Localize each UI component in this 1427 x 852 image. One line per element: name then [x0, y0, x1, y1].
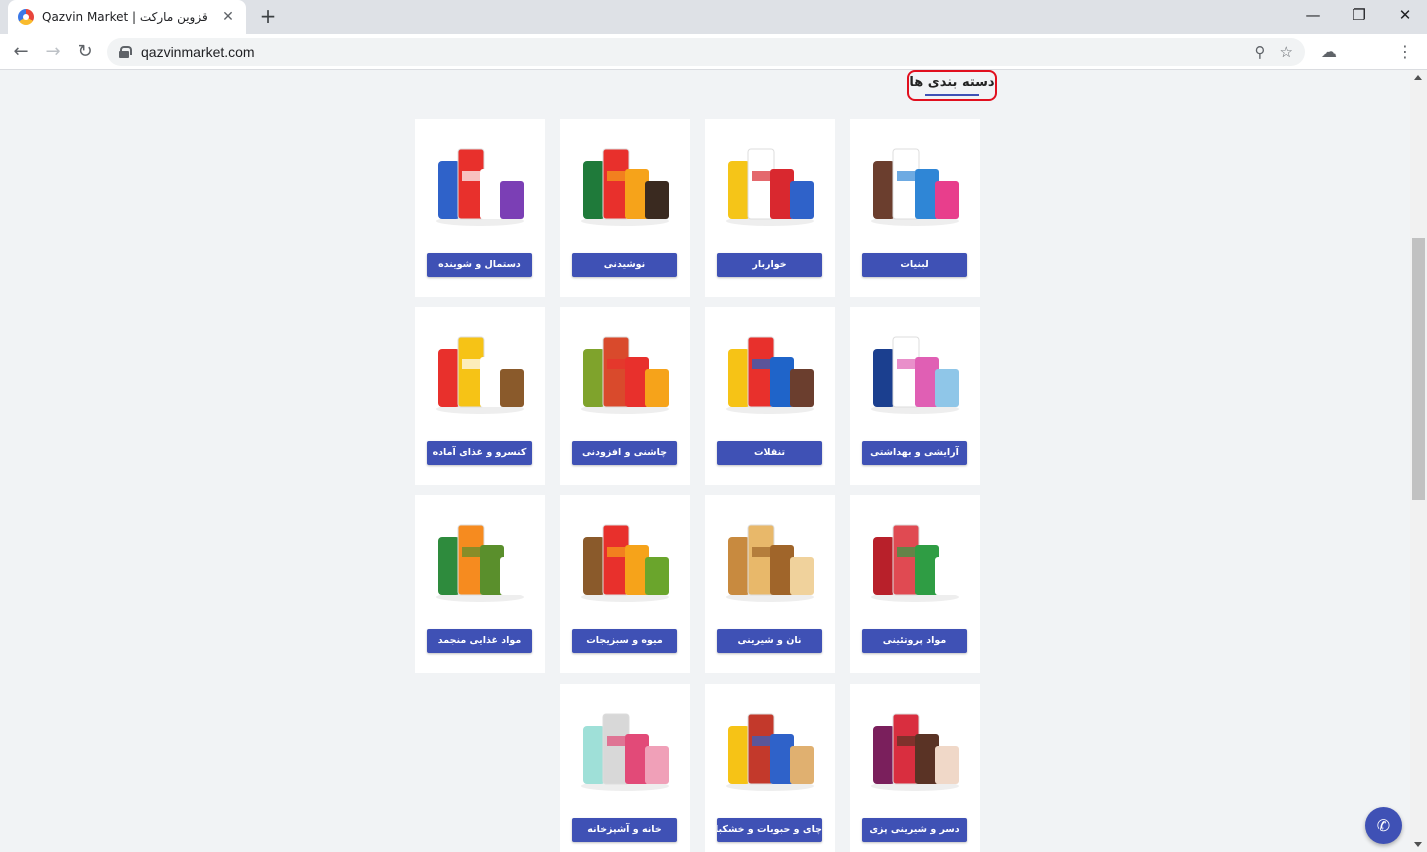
canned-ready-food-image[interactable] — [430, 319, 530, 419]
url-text: qazvinmarket.com — [141, 44, 255, 60]
back-button[interactable]: ← — [8, 39, 34, 65]
page-scrollbar[interactable] — [1410, 70, 1427, 852]
call-button[interactable]: ✆ — [1365, 807, 1402, 844]
bookmark-star-icon[interactable]: ☆ — [1280, 43, 1293, 61]
category-button[interactable]: خواربار — [717, 253, 822, 277]
tea-legumes-nuts-image[interactable] — [720, 696, 820, 796]
category-card[interactable]: مواد غذایی منجمد — [415, 495, 545, 673]
category-button[interactable]: تنقلات — [717, 441, 822, 465]
groceries-image[interactable] — [720, 131, 820, 231]
window-close-button[interactable]: ✕ — [1382, 0, 1427, 30]
home-kitchen-image[interactable] — [575, 696, 675, 796]
category-card[interactable]: لبنیات — [850, 119, 980, 297]
extension-icon[interactable]: ☁ — [1316, 39, 1342, 65]
browser-toolbar: ← → ↻ qazvinmarket.com ⚲ ☆ ☁ ⋮ — [0, 34, 1427, 70]
browser-tab-strip: قزوین مارکت | Qazvin Market ✕ + — ❐ ✕ — [0, 0, 1427, 34]
category-button[interactable]: دسر و شیرینی پزی — [862, 818, 967, 842]
category-card[interactable]: آرایشی و بهداشتی — [850, 307, 980, 485]
category-card[interactable]: کنسرو و غذای آماده — [415, 307, 545, 485]
dairy-products-image[interactable] — [865, 131, 965, 231]
phone-icon: ✆ — [1376, 816, 1391, 835]
category-button[interactable]: مواد پروتئینی — [862, 629, 967, 653]
scrollbar-thumb[interactable] — [1412, 238, 1425, 500]
category-button[interactable]: دستمال و شوینده — [427, 253, 532, 277]
lock-icon — [119, 46, 132, 58]
category-card[interactable]: نوشیدنی — [560, 119, 690, 297]
page-viewport: دسته بندی ها لبنیات خواربار نوشیدنی دستمال … — [0, 70, 1410, 852]
category-button[interactable]: میوه و سبزیجات — [572, 629, 677, 653]
condiments-image[interactable] — [575, 319, 675, 419]
scroll-down-icon[interactable] — [1414, 842, 1422, 847]
categories-heading: دسته بندی ها — [909, 75, 995, 90]
beverages-image[interactable] — [575, 131, 675, 231]
category-button[interactable]: خانه و آشپزخانه — [572, 818, 677, 842]
site-favicon-icon — [18, 9, 34, 25]
category-button[interactable]: کنسرو و غذای آماده — [427, 441, 532, 465]
snacks-image[interactable] — [720, 319, 820, 419]
category-button[interactable]: چاشنی و افزودنی — [572, 441, 677, 465]
category-card[interactable]: چای و حبوبات و خشکبار — [705, 684, 835, 852]
dessert-baking-image[interactable] — [865, 696, 965, 796]
category-card[interactable]: نان و شیرینی — [705, 495, 835, 673]
category-card[interactable]: تنقلات — [705, 307, 835, 485]
forward-button[interactable]: → — [40, 39, 66, 65]
bread-pastry-image[interactable] — [720, 507, 820, 607]
heading-underline — [925, 94, 979, 96]
category-button[interactable]: نوشیدنی — [572, 253, 677, 277]
tab-close-icon[interactable]: ✕ — [220, 9, 236, 25]
category-button[interactable]: چای و حبوبات و خشکبار — [717, 818, 822, 842]
address-bar[interactable]: qazvinmarket.com ⚲ ☆ — [107, 38, 1305, 66]
category-button[interactable]: نان و شیرینی — [717, 629, 822, 653]
tissue-detergent-image[interactable] — [430, 131, 530, 231]
category-card[interactable]: مواد پروتئینی — [850, 495, 980, 673]
scroll-up-icon[interactable] — [1414, 75, 1422, 80]
browser-menu-icon[interactable]: ⋮ — [1392, 39, 1418, 65]
browser-tab[interactable]: قزوین مارکت | Qazvin Market ✕ — [8, 0, 246, 34]
category-card[interactable]: دستمال و شوینده — [415, 119, 545, 297]
categories-heading-box: دسته بندی ها — [907, 70, 997, 101]
cosmetics-hygiene-image[interactable] — [865, 319, 965, 419]
zoom-icon[interactable]: ⚲ — [1255, 43, 1266, 61]
category-card[interactable]: خواربار — [705, 119, 835, 297]
category-card[interactable]: خانه و آشپزخانه — [560, 684, 690, 852]
restore-button[interactable]: ❐ — [1336, 0, 1382, 30]
protein-products-image[interactable] — [865, 507, 965, 607]
reload-button[interactable]: ↻ — [72, 39, 98, 65]
category-button[interactable]: لبنیات — [862, 253, 967, 277]
fruit-vegetables-image[interactable] — [575, 507, 675, 607]
category-card[interactable]: دسر و شیرینی پزی — [850, 684, 980, 852]
category-button[interactable]: آرایشی و بهداشتی — [862, 441, 967, 465]
minimize-button[interactable]: — — [1290, 0, 1336, 30]
new-tab-button[interactable]: + — [256, 5, 280, 29]
category-card[interactable]: چاشنی و افزودنی — [560, 307, 690, 485]
category-button[interactable]: مواد غذایی منجمد — [427, 629, 532, 653]
category-card[interactable]: میوه و سبزیجات — [560, 495, 690, 673]
tab-title: قزوین مارکت | Qazvin Market — [42, 10, 208, 24]
frozen-food-image[interactable] — [430, 507, 530, 607]
